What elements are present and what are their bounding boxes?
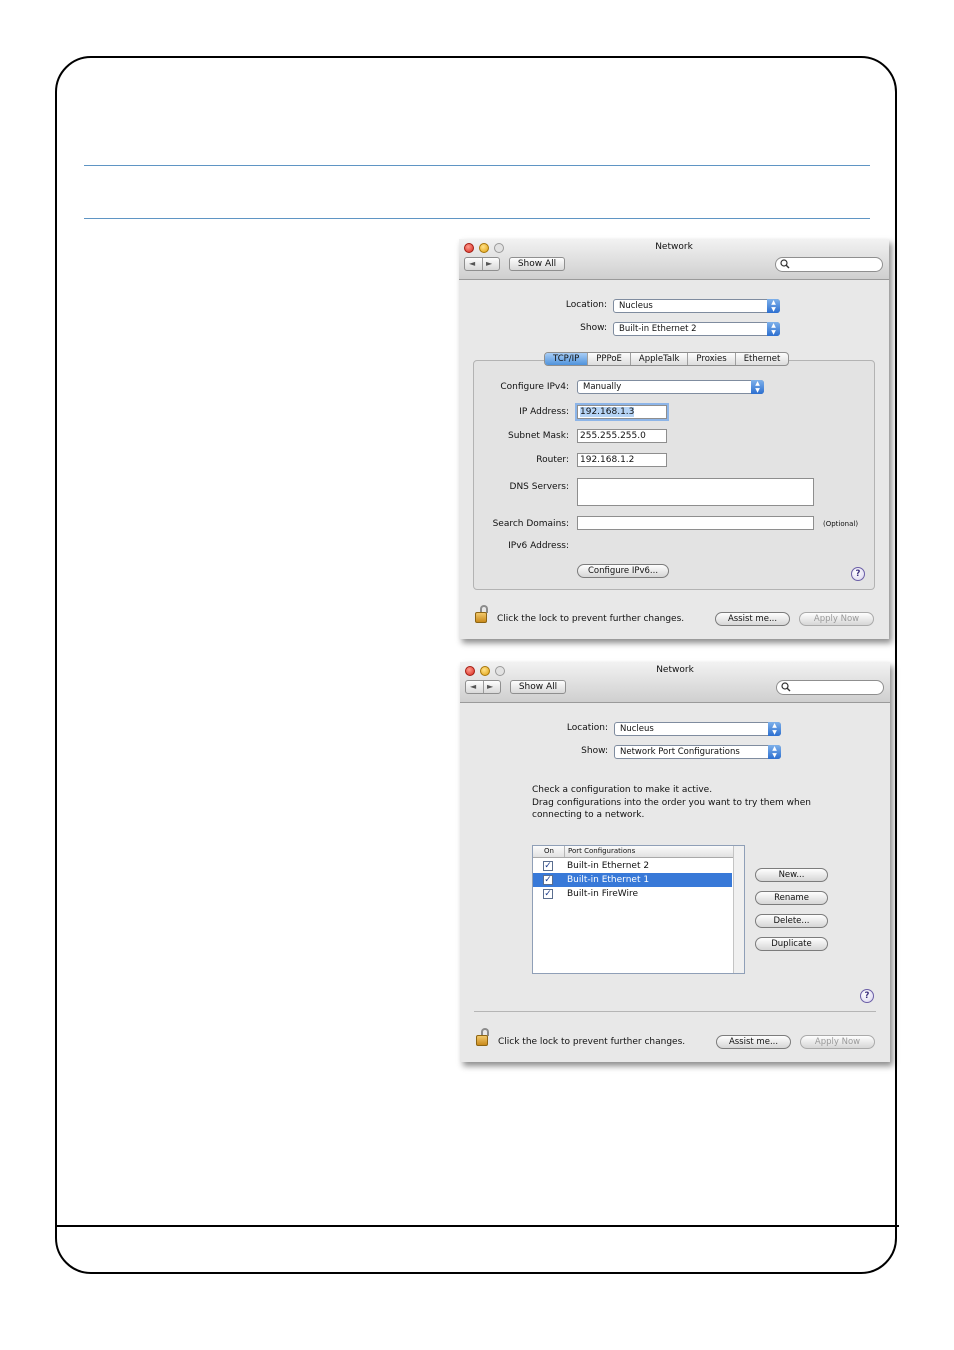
search-icon — [780, 259, 790, 269]
configure-ipv6-button[interactable]: Configure IPv6... — [577, 564, 669, 578]
new-button[interactable]: New... — [755, 868, 828, 882]
search-input[interactable] — [775, 257, 883, 272]
list-item[interactable]: ✓ Built-in Ethernet 2 — [533, 859, 732, 873]
forward-arrow-icon[interactable]: ► — [487, 682, 493, 691]
dns-servers-label: DNS Servers: — [509, 482, 569, 492]
tab-pppoe[interactable]: PPPoE — [588, 353, 631, 365]
footer-rule — [55, 1225, 899, 1227]
checkbox-icon[interactable]: ✓ — [543, 861, 553, 871]
list-item[interactable]: ✓ Built-in Ethernet 1 — [533, 873, 732, 887]
network-window-tcpip: Network ◄ ► Show All Location: Nucleus ▲… — [459, 239, 889, 639]
subnet-mask-field[interactable]: 255.255.255.0 — [577, 429, 667, 443]
search-domains-label: Search Domains: — [492, 519, 569, 529]
search-input[interactable] — [776, 680, 884, 695]
delete-button[interactable]: Delete... — [755, 914, 828, 928]
window-toolbar: Network ◄ ► Show All — [459, 239, 889, 280]
apply-now-button[interactable]: Apply Now — [799, 612, 874, 626]
lock-icon[interactable] — [476, 1028, 492, 1048]
help-icon[interactable]: ? — [851, 567, 865, 581]
assist-me-button[interactable]: Assist me... — [716, 1035, 791, 1049]
subnet-mask-label: Subnet Mask: — [508, 431, 569, 441]
window-title: Network — [656, 665, 694, 675]
ip-address-label: IP Address: — [519, 407, 569, 417]
header-rule-top — [84, 165, 870, 166]
checkbox-icon[interactable]: ✓ — [543, 875, 553, 885]
location-label: Location: — [565, 300, 607, 310]
lock-message: Click the lock to prevent further change… — [497, 614, 685, 624]
tab-proxies[interactable]: Proxies — [688, 353, 736, 365]
list-header: On Port Configurations — [533, 846, 744, 858]
back-forward-buttons[interactable]: ◄ ► — [464, 257, 500, 271]
help-icon[interactable]: ? — [860, 989, 874, 1003]
tab-bar: TCP/IP PPPoE AppleTalk Proxies Ethernet — [544, 352, 790, 366]
back-arrow-icon[interactable]: ◄ — [469, 259, 475, 268]
popup-arrows-icon: ▲ ▼ — [767, 322, 780, 336]
network-window-port-configurations: Network ◄ ► Show All Location: Nucleus ▲… — [460, 662, 890, 1062]
tab-appletalk[interactable]: AppleTalk — [631, 353, 689, 365]
optional-label: (Optional) — [823, 520, 859, 528]
configure-ipv4-label: Configure IPv4: — [500, 382, 569, 392]
router-label: Router: — [536, 455, 569, 465]
instructions-text: Check a configuration to make it active.… — [532, 785, 811, 820]
location-popup[interactable]: Nucleus ▲ ▼ — [613, 299, 780, 313]
location-label: Location: — [566, 723, 608, 733]
rename-button[interactable]: Rename — [755, 891, 828, 905]
location-popup[interactable]: Nucleus ▲ ▼ — [614, 722, 781, 736]
column-on[interactable]: On — [544, 846, 554, 857]
ip-address-field[interactable]: 192.168.1.3 — [577, 405, 667, 419]
window-toolbar: Network ◄ ► Show All — [460, 662, 890, 703]
column-port-configurations[interactable]: Port Configurations — [568, 846, 635, 857]
tab-tcpip[interactable]: TCP/IP — [545, 353, 589, 365]
show-popup[interactable]: Built-in Ethernet 2 ▲ ▼ — [613, 322, 780, 336]
show-label: Show: — [580, 323, 607, 333]
list-item[interactable]: ✓ Built-in FireWire — [533, 887, 732, 901]
popup-arrows-icon: ▲ ▼ — [768, 722, 781, 736]
router-field[interactable]: 192.168.1.2 — [577, 453, 667, 467]
assist-me-button[interactable]: Assist me... — [715, 612, 790, 626]
tab-panel — [473, 360, 875, 590]
apply-now-button[interactable]: Apply Now — [800, 1035, 875, 1049]
dns-servers-field[interactable] — [577, 478, 814, 506]
ipv6-address-label: IPv6 Address: — [508, 541, 569, 551]
search-domains-field[interactable] — [577, 516, 814, 530]
back-forward-buttons[interactable]: ◄ ► — [465, 680, 501, 694]
duplicate-button[interactable]: Duplicate — [755, 937, 828, 951]
search-icon — [781, 682, 791, 692]
popup-arrows-icon: ▲ ▼ — [751, 380, 764, 394]
lock-message: Click the lock to prevent further change… — [498, 1037, 686, 1047]
show-label: Show: — [581, 746, 608, 756]
list-scrollbar[interactable] — [733, 846, 744, 973]
tab-ethernet[interactable]: Ethernet — [736, 353, 789, 365]
port-configurations-list[interactable]: On Port Configurations ✓ Built-in Ethern… — [532, 845, 745, 974]
window-title: Network — [655, 242, 693, 252]
configure-ipv4-popup[interactable]: Manually ▲ ▼ — [577, 380, 764, 394]
popup-arrows-icon: ▲ ▼ — [767, 299, 780, 313]
show-all-button[interactable]: Show All — [509, 257, 565, 271]
lock-icon[interactable] — [475, 605, 491, 625]
header-rule-bottom — [84, 218, 870, 219]
forward-arrow-icon[interactable]: ► — [486, 259, 492, 268]
show-all-button[interactable]: Show All — [510, 680, 566, 694]
popup-arrows-icon: ▲ ▼ — [768, 745, 781, 759]
separator — [474, 1011, 876, 1012]
back-arrow-icon[interactable]: ◄ — [470, 682, 476, 691]
show-popup[interactable]: Network Port Configurations ▲ ▼ — [614, 745, 781, 759]
checkbox-icon[interactable]: ✓ — [543, 889, 553, 899]
